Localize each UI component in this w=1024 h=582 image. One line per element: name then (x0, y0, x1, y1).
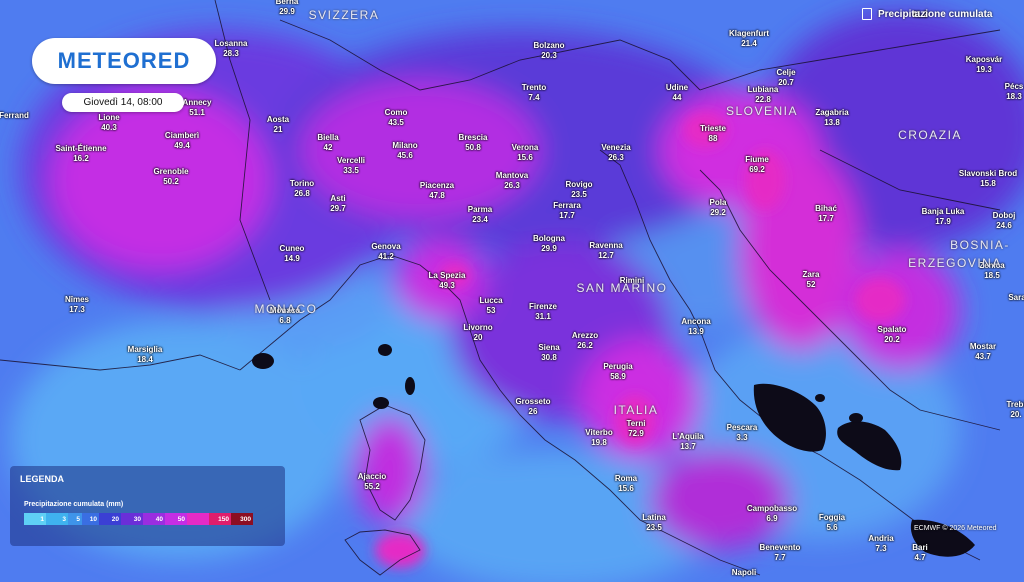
region-label-erzegovina: ERZEGOVINA (908, 256, 1002, 270)
brand-name: METEORED (57, 48, 191, 73)
region-label-bosnia: BOSNIA- (950, 238, 1010, 252)
legend-step: 50 (165, 513, 187, 525)
region-label-slovenia: SLOVENIA (725, 104, 799, 118)
credit-text: ECMWF © 2026 Meteored (914, 525, 997, 532)
legend-step: 3 (46, 513, 68, 525)
layer-title-text: Precipitazione cumulata (878, 8, 993, 20)
region-label-croazia: CROAZIA (898, 128, 962, 142)
region-label-svizzera: SVIZZERA (308, 8, 380, 22)
legend-step: 5 (68, 513, 82, 525)
legend-step: 150 (209, 513, 231, 525)
legend-title: LEGENDA (20, 474, 65, 484)
region-label-monaco: MONACO (254, 302, 318, 316)
legend-step: 300 (231, 513, 253, 525)
legend-color-scale: 1 3 5 10 20 30 40 50 150 300 (24, 513, 253, 525)
legend-step: 1 (24, 513, 46, 525)
legend-panel: LEGENDA Precipitazione cumulata (mm) 135… (10, 466, 285, 546)
legend-step (187, 513, 209, 525)
legend-step: 40 (143, 513, 165, 525)
region-label-sanmarino: SAN MARINO (576, 281, 668, 295)
region-label-italia: ITALIA (613, 403, 659, 417)
legend-step: 20 (99, 513, 121, 525)
legend-subtitle: Precipitazione cumulata (mm) (24, 501, 124, 508)
layer-title[interactable]: Precipitazione cumulata (862, 8, 992, 20)
legend-step: 10 (82, 513, 99, 525)
forecast-datetime[interactable]: Giovedì 14, 08:00 (62, 93, 184, 112)
layer-icon (862, 8, 872, 20)
meteored-logo[interactable]: METEORED (32, 38, 216, 84)
legend-step: 30 (121, 513, 143, 525)
